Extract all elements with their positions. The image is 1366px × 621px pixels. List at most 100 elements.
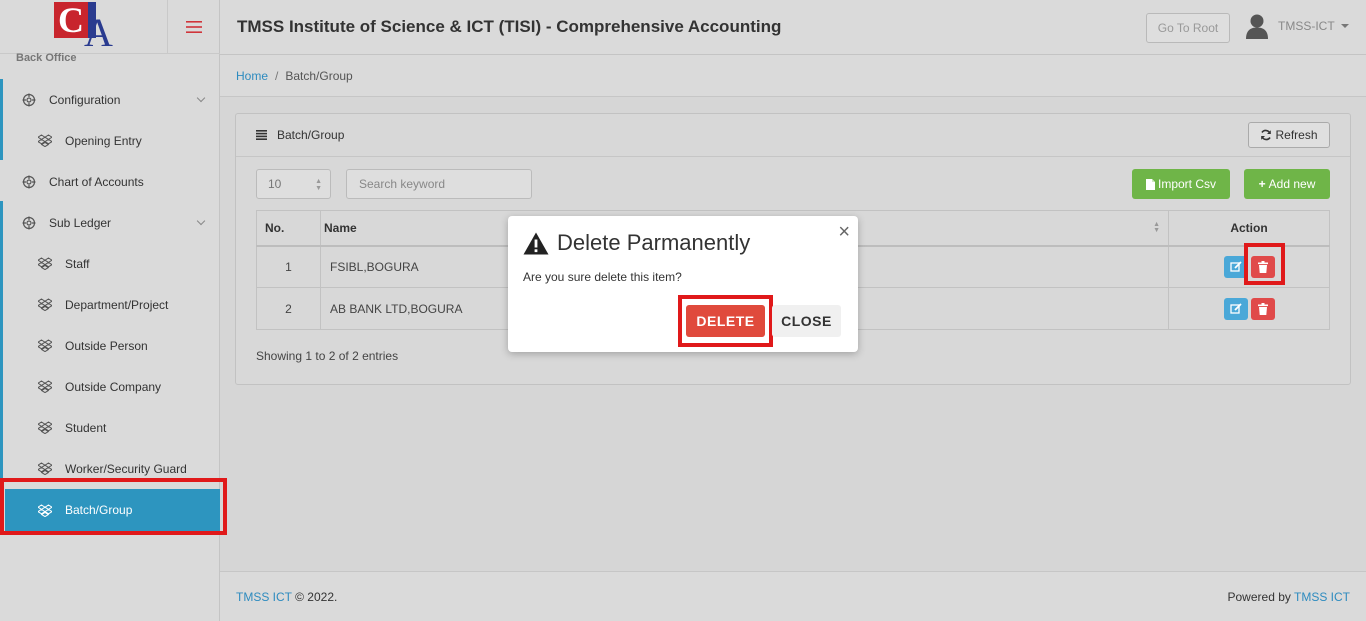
edit-icon: [1229, 302, 1242, 314]
modal-message: Are you sure delete this item?: [523, 270, 682, 284]
dropbox-icon: [38, 257, 52, 271]
refresh-icon: [1261, 129, 1272, 141]
logo-area: C A: [0, 0, 168, 54]
sort-arrows-icon: ▲ ▼: [315, 178, 322, 192]
row-number: 2: [256, 287, 321, 330]
search-input[interactable]: Search keyword: [346, 169, 532, 199]
footer-powered-by: Powered by TMSS ICT: [1228, 590, 1351, 604]
sidebar-item-sub-ledger[interactable]: Sub Ledger: [0, 202, 220, 243]
sidebar-item-label: Chart of Accounts: [49, 174, 144, 189]
sidebar-section-title: Back Office: [16, 52, 77, 64]
panel-title: Batch/Group: [256, 128, 344, 142]
sidebar-item-configuration[interactable]: Configuration: [0, 79, 220, 120]
footer-powered-brand-link[interactable]: TMSS ICT: [1294, 590, 1350, 604]
footer-brand-link[interactable]: TMSS ICT: [236, 590, 292, 604]
sidebar-item-label: Sub Ledger: [49, 215, 112, 230]
sidebar-item-student[interactable]: Student: [0, 407, 220, 448]
edit-button[interactable]: [1223, 255, 1248, 278]
trash-icon: [1257, 302, 1268, 315]
plus-icon: +: [1258, 177, 1266, 191]
page-size-select[interactable]: 10 ▲ ▼: [256, 169, 331, 199]
breadcrumb-home-link[interactable]: Home: [236, 69, 268, 83]
delete-button[interactable]: [1250, 255, 1275, 278]
sidebar: C A Back Office Configuration Opening En…: [0, 0, 227, 621]
modal-close-button[interactable]: CLOSE: [772, 305, 841, 337]
search-placeholder: Search keyword: [359, 177, 446, 191]
dharma-wheel-icon: [22, 216, 36, 230]
footer-powered-text: Powered by: [1227, 590, 1291, 604]
confirm-delete-button[interactable]: DELETE: [686, 305, 765, 337]
dropbox-icon: [38, 462, 52, 476]
logo-letter-c: C: [54, 2, 88, 38]
sidebar-item-outside-person[interactable]: Outside Person: [0, 325, 220, 366]
dharma-wheel-icon: [22, 175, 36, 189]
list-icon: [256, 130, 267, 140]
sidebar-item-outside-company[interactable]: Outside Company: [0, 366, 220, 407]
dropbox-icon: [38, 134, 52, 148]
table-info: Showing 1 to 2 of 2 entries: [256, 349, 399, 363]
go-to-root-button[interactable]: Go To Root: [1146, 13, 1230, 43]
sidebar-item-staff[interactable]: Staff: [0, 243, 220, 284]
logo-letter-a: A: [84, 10, 113, 55]
sidebar-item-label: Student: [65, 420, 107, 435]
sort-icon: ▲ ▼: [1153, 221, 1160, 234]
delete-button[interactable]: [1250, 297, 1275, 320]
sidebar-item-department-project[interactable]: Department/Project: [0, 284, 220, 325]
dropbox-icon: [38, 339, 52, 353]
user-name: TMSS-ICT: [1278, 19, 1335, 33]
page-size-value: 10: [268, 177, 282, 191]
top-header: TMSS Institute of Science & ICT (TISI) -…: [220, 0, 1366, 55]
dropbox-icon: [38, 421, 52, 435]
dropbox-icon: [38, 298, 52, 312]
import-csv-button[interactable]: Import Csv: [1132, 169, 1230, 199]
breadcrumb-separator: /: [275, 69, 279, 83]
caret-down-icon: [1340, 24, 1349, 28]
sidebar-item-label: Opening Entry: [65, 133, 142, 148]
column-header-no[interactable]: No.: [256, 210, 321, 247]
sidebar-item-chart-of-accounts[interactable]: Chart of Accounts: [0, 161, 220, 202]
sidebar-item-label: Outside Person: [65, 338, 148, 353]
sidebar-item-opening-entry[interactable]: Opening Entry: [0, 120, 220, 161]
sidebar-item-label: Outside Company: [65, 379, 162, 394]
footer-copyright-text: © 2022.: [295, 590, 338, 604]
sidebar-item-label: Configuration: [49, 92, 121, 107]
file-icon: [1145, 178, 1155, 190]
trash-icon: [1257, 260, 1268, 273]
page-title: TMSS Institute of Science & ICT (TISI) -…: [237, 17, 782, 36]
breadcrumb-bar: Home / Batch/Group: [220, 55, 1366, 97]
footer: TMSS ICT © 2022. Powered by TMSS ICT: [220, 571, 1366, 621]
chevron-down-icon: [196, 93, 206, 103]
sidebar-item-label: Worker/Security Guard: [65, 461, 187, 476]
row-actions: [1168, 287, 1330, 330]
sidebar-item-worker-security-guard[interactable]: Worker/Security Guard: [0, 448, 220, 489]
modal-title: Delete Parmanently: [523, 230, 750, 256]
dharma-wheel-icon: [22, 93, 36, 107]
add-new-label: Add new: [1268, 177, 1316, 191]
app-logo[interactable]: C A: [54, 2, 116, 55]
sidebar-item-label: Batch/Group: [65, 503, 133, 517]
refresh-label: Refresh: [1275, 128, 1318, 142]
dropbox-icon: [38, 503, 52, 517]
add-new-button[interactable]: + Add new: [1244, 169, 1330, 199]
column-header-action: Action: [1168, 210, 1330, 247]
breadcrumb-current: Batch/Group: [285, 69, 353, 83]
refresh-button[interactable]: Refresh: [1248, 122, 1330, 148]
dropbox-icon: [38, 380, 52, 394]
sidebar-nav: Configuration Opening Entry Chart of Acc…: [0, 79, 220, 531]
sidebar-item-batch-group[interactable]: Batch/Group: [5, 489, 220, 531]
footer-copyright: TMSS ICT © 2022.: [236, 590, 337, 604]
breadcrumb: Home / Batch/Group: [236, 69, 353, 83]
column-header-name-label: Name: [324, 220, 357, 235]
row-number: 1: [256, 245, 321, 288]
warning-icon: [523, 232, 549, 254]
user-menu[interactable]: TMSS-ICT: [1245, 13, 1349, 39]
menu-toggle-button[interactable]: [168, 0, 220, 54]
panel-title-text: Batch/Group: [277, 128, 345, 142]
user-avatar-icon: [1246, 14, 1268, 39]
edit-button[interactable]: [1223, 297, 1248, 320]
modal-close-icon[interactable]: ×: [838, 221, 850, 244]
chevron-down-icon: [196, 216, 206, 226]
delete-confirm-modal: Delete Parmanently × Are you sure delete…: [508, 216, 858, 352]
edit-icon: [1229, 261, 1242, 272]
hamburger-icon: [186, 20, 202, 33]
